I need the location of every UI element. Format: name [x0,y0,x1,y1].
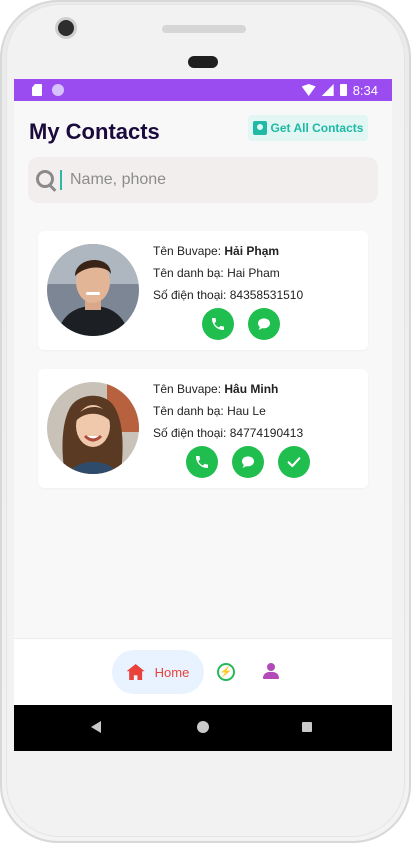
contact-card[interactable]: Tên Buvape: Hải Phạm Tên danh bạ: Hai Ph… [38,231,368,350]
phone-icon [212,318,224,330]
app-header: My Contacts Get All Contacts [14,115,392,151]
back-icon[interactable] [91,721,101,733]
contact-info: Tên Buvape: Hải Phạm Tên danh bạ: Hai Ph… [153,240,303,306]
messenger-icon[interactable]: ⚡ [217,663,235,681]
battery-icon [339,84,347,96]
contact-actions [186,446,310,478]
contact-name: Hai Pham [227,266,280,280]
status-time: 8:34 [352,82,378,98]
search-icon [36,170,57,192]
notification-dot-icon [52,84,64,96]
signal-icon [321,84,334,96]
contact-name-label: Tên danh bạ: [153,266,224,280]
buvape-name: Hâu Minh [224,382,279,396]
contact-info: Tên Buvape: Hâu Minh Tên danh bạ: Hau Le… [153,378,303,444]
check-icon [287,457,301,468]
front-camera [58,20,74,36]
buvape-name: Hải Phạm [224,244,280,258]
page-title: My Contacts [29,119,160,144]
earpiece-speaker [162,25,246,33]
message-icon [258,318,270,330]
text-cursor [60,170,62,190]
nav-home-label: Home [154,664,190,680]
person-icon[interactable] [263,663,279,681]
bottom-navigation: Home ⚡ [14,638,392,705]
message-button[interactable] [232,446,264,478]
home-button-icon[interactable] [197,721,209,733]
call-button[interactable] [186,446,218,478]
message-icon [242,456,254,468]
search-bar[interactable] [28,157,378,203]
app-screen: 8:34 My Contacts Get All Contacts Name, … [14,79,392,751]
message-button[interactable] [248,308,280,340]
contact-actions [202,308,280,340]
get-all-contacts-button[interactable]: Get All Contacts [248,115,368,141]
contact-card[interactable]: Tên Buvape: Hâu Minh Tên danh bạ: Hau Le… [38,369,368,488]
wifi-icon [301,84,316,96]
proximity-sensor [188,56,218,68]
recents-icon[interactable] [302,722,312,732]
phone-frame: 8:34 My Contacts Get All Contacts Name, … [0,0,411,843]
phone-icon [196,456,208,468]
avatar [47,382,139,474]
get-all-contacts-label: Get All Contacts [270,121,364,135]
search-input[interactable] [68,170,352,190]
home-icon [126,664,145,680]
system-navigation-bar [14,705,392,751]
phone-number: 84774190413 [229,426,304,440]
sd-card-icon [32,84,42,96]
phone-label: Số điện thoại: [153,426,227,440]
nav-home-tab[interactable]: Home [112,650,204,694]
buvape-label: Tên Buvape: [153,382,222,396]
confirm-button[interactable] [278,446,310,478]
contact-card-icon [252,121,267,135]
contact-name-label: Tên danh bạ: [153,404,224,418]
contact-name: Hau Le [227,404,266,418]
status-bar: 8:34 [14,79,392,101]
avatar [47,244,139,336]
call-button[interactable] [202,308,234,340]
buvape-label: Tên Buvape: [153,244,222,258]
phone-number: 84358531510 [229,288,304,302]
phone-label: Số điện thoại: [153,288,227,302]
